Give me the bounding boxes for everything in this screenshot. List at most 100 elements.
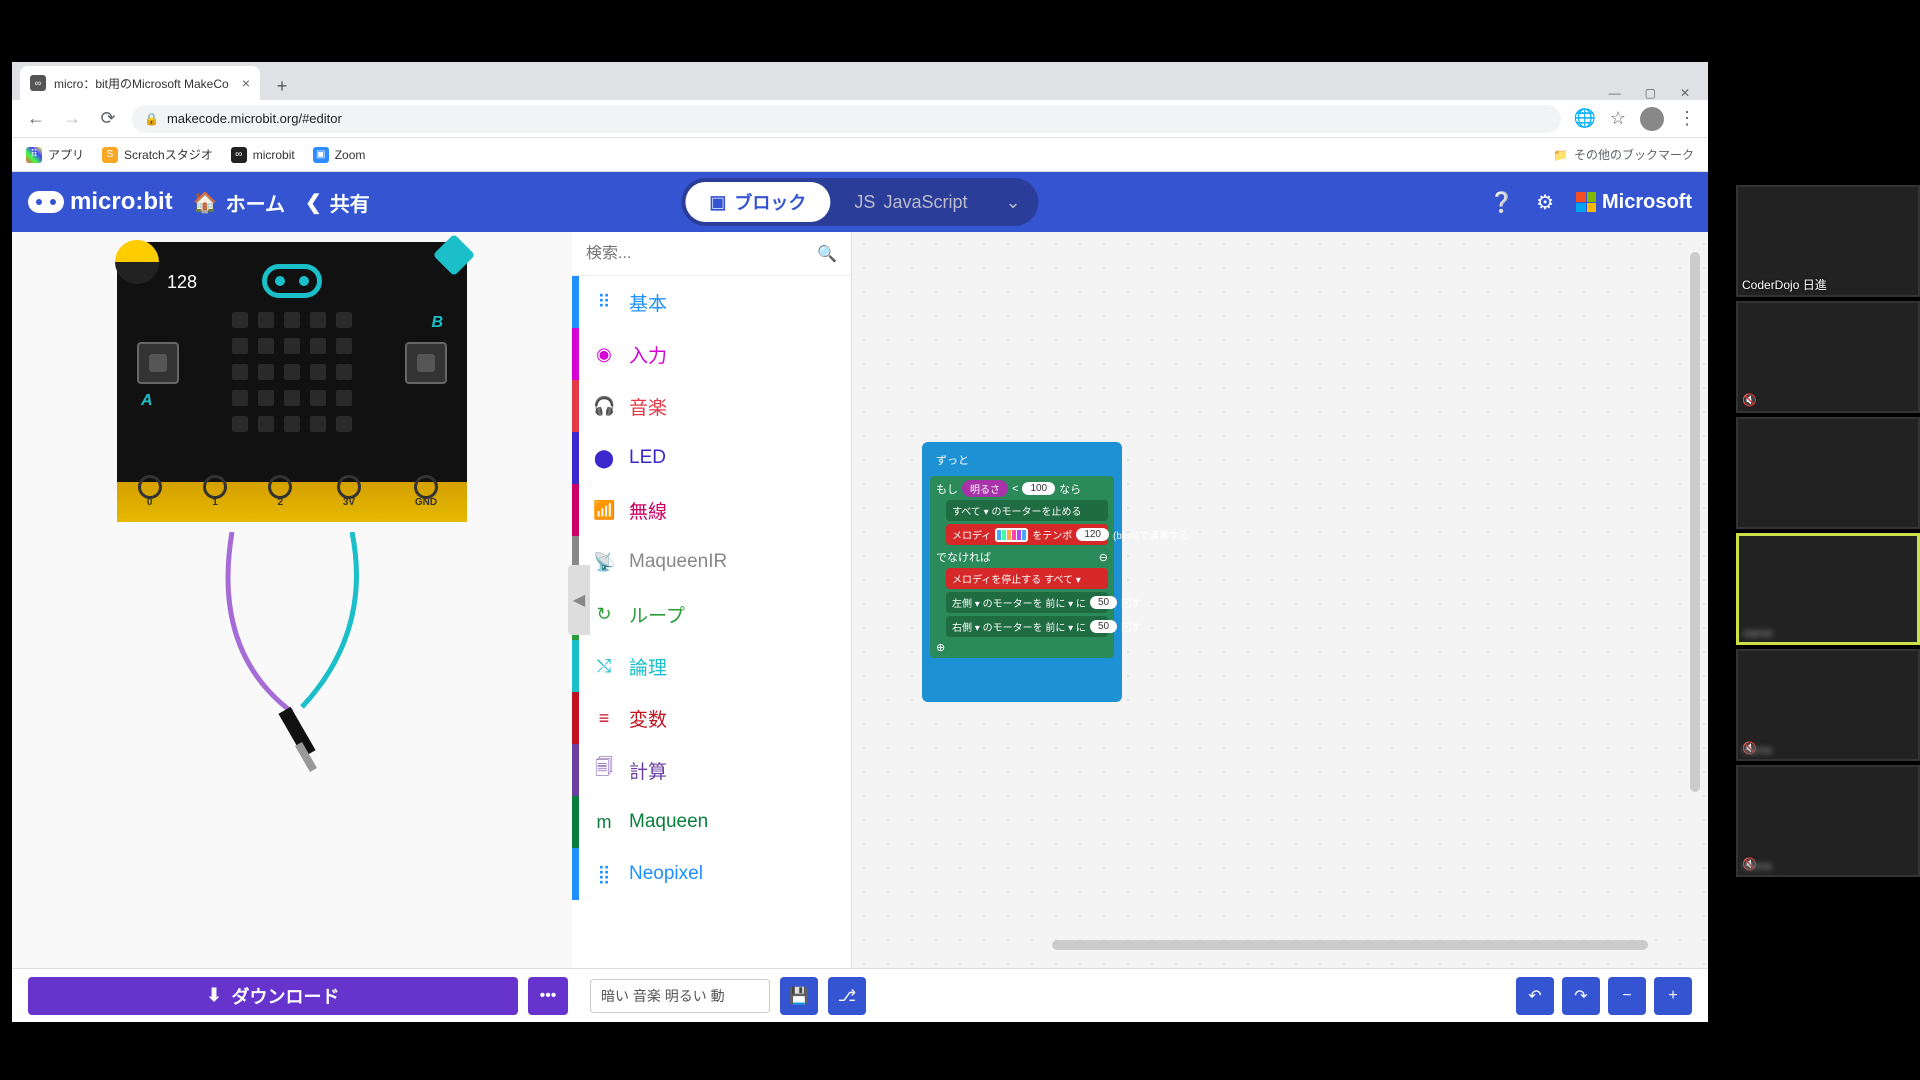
download-more-button[interactable]: ••• [528, 977, 568, 1015]
bookmark-zoom[interactable]: ▣Zoom [313, 147, 366, 163]
zoom-participants-panel: CoderDojo 日進 🔇 name 🔇name 🔇name [1736, 185, 1920, 877]
category-MaqueenIR[interactable]: 📡MaqueenIR [572, 536, 851, 588]
workspace-hscroll[interactable] [1052, 940, 1648, 950]
zoom-tile-2[interactable]: 🔇 [1736, 301, 1920, 413]
threshold-value[interactable]: 100 [1022, 482, 1055, 495]
microsoft-logo[interactable]: Microsoft [1576, 191, 1692, 214]
bookmark-microbit[interactable]: ∞microbit [231, 147, 295, 163]
logo-icon [28, 191, 64, 213]
collapse-simulator-button[interactable]: ◀ [568, 565, 590, 635]
menu-icon[interactable]: ⋮ [1678, 108, 1696, 129]
apps-button[interactable]: ⠿アプリ [26, 146, 84, 163]
category-変数[interactable]: ≡変数 [572, 692, 851, 744]
light-sensor-block[interactable]: 明るさ [962, 480, 1008, 497]
microbit-logo[interactable]: micro:bit [28, 188, 173, 216]
blocks-workspace[interactable]: ずっと もし 明るさ < 100 なら すべて ▾ のモーターを止める [852, 232, 1708, 968]
motor-stop-block[interactable]: すべて ▾ のモーターを止める [946, 500, 1108, 521]
editor-app: micro:bit 🏠 ホーム ❮ 共有 ▣ ブロック JS JavaScrip… [12, 172, 1708, 1022]
forever-block[interactable]: ずっと もし 明るさ < 100 なら すべて ▾ のモーターを止める [922, 442, 1122, 702]
workspace-vscroll[interactable] [1690, 252, 1700, 792]
tempo-value[interactable]: 120 [1076, 528, 1109, 541]
language-dropdown[interactable]: ⌄ [991, 182, 1034, 222]
category-基本[interactable]: ⠿基本 [572, 276, 851, 328]
forward-button[interactable]: → [60, 107, 84, 131]
close-window-button[interactable]: ✕ [1680, 86, 1690, 100]
category-label: ループ [629, 601, 685, 628]
help-icon[interactable]: ❔ [1489, 190, 1514, 215]
toolbox: 🔍 ⠿基本 ◉ 入力 🎧音楽⬤LED📶無線📡MaqueenIR↻ループ⤭論理≡変数🗐計… [572, 232, 852, 968]
home-button[interactable]: 🏠 ホーム [193, 188, 285, 217]
zoom-out-button[interactable]: − [1608, 977, 1646, 1015]
stop-melody-block[interactable]: メロディを停止する すべて ▾ [946, 568, 1108, 589]
headphone-cable [192, 532, 392, 792]
category-icon: ◉ [593, 344, 615, 365]
category-計算[interactable]: 🗐計算 [572, 744, 851, 796]
motor-left-block[interactable]: 左側 ▾ のモーターを 前に ▾ に 50 回す [946, 592, 1108, 613]
other-bookmarks[interactable]: 📁 その他のブックマーク [1553, 146, 1694, 163]
new-tab-button[interactable]: + [268, 72, 296, 100]
zoom-tile-3[interactable] [1736, 417, 1920, 529]
code-blocks[interactable]: ずっと もし 明るさ < 100 なら すべて ▾ のモーターを止める [922, 442, 1122, 702]
url-field[interactable]: 🔒 makecode.microbit.org/#editor [132, 105, 1561, 133]
bookmark-scratch[interactable]: SScratchスタジオ [102, 146, 213, 163]
board-face-icon [262, 264, 322, 298]
zoom-tile-self[interactable]: name [1736, 533, 1920, 645]
speed-left[interactable]: 50 [1090, 596, 1117, 609]
simulator-panel: 128 A B 0 1 2 [12, 232, 572, 968]
redo-button[interactable]: ↷ [1562, 977, 1600, 1015]
if-block[interactable]: もし 明るさ < 100 なら すべて ▾ のモーターを止める メロディ [930, 476, 1114, 658]
category-Maqueen[interactable]: mMaqueen [572, 796, 851, 848]
motor-right-block[interactable]: 右側 ▾ のモーターを 前に ▾ に 50 回す [946, 616, 1108, 637]
microbit-board[interactable]: 128 A B 0 1 2 [117, 242, 467, 522]
button-a[interactable] [137, 342, 179, 384]
save-button[interactable]: 💾 [780, 977, 818, 1015]
collapse-else-icon[interactable]: ⊖ [1099, 551, 1108, 564]
url-text: makecode.microbit.org/#editor [167, 111, 342, 126]
search-input[interactable] [586, 245, 817, 263]
category-Neopixel[interactable]: ⣿Neopixel [572, 848, 851, 900]
editor-body: 128 A B 0 1 2 [12, 232, 1708, 968]
github-button[interactable]: ⎇ [828, 977, 866, 1015]
javascript-tab[interactable]: JS JavaScript [830, 182, 991, 222]
melody-icon [995, 528, 1028, 542]
zoom-tile-6[interactable]: 🔇name [1736, 765, 1920, 877]
browser-tab[interactable]: ∞ micro：bit用のMicrosoft MakeCo × [20, 66, 260, 100]
play-melody-block[interactable]: メロディ をテンポ 120 (bpm)で演奏する [946, 524, 1108, 545]
close-icon[interactable]: × [242, 75, 250, 91]
category-LED[interactable]: ⬤LED [572, 432, 851, 484]
zoom-in-button[interactable]: + [1654, 977, 1692, 1015]
window-controls: — ▢ ✕ [1609, 86, 1708, 100]
back-button[interactable]: ← [24, 107, 48, 131]
blocks-tab[interactable]: ▣ ブロック [685, 182, 830, 222]
category-音楽[interactable]: 🎧音楽 [572, 380, 851, 432]
zoom-tile-5[interactable]: 🔇name [1736, 649, 1920, 761]
profile-avatar[interactable] [1640, 107, 1664, 131]
project-name-field[interactable]: 暗い 音楽 明るい 動 [590, 979, 770, 1013]
download-button[interactable]: ⬇ ダウンロード [28, 977, 518, 1015]
browser-window: ∞ micro：bit用のMicrosoft MakeCo × + — ▢ ✕ … [12, 62, 1708, 1022]
category-label: 入力 [629, 341, 667, 368]
reload-button[interactable]: ⟳ [96, 107, 120, 131]
maximize-button[interactable]: ▢ [1645, 86, 1656, 100]
zoom-tile-1[interactable]: CoderDojo 日進 [1736, 185, 1920, 297]
category-入力[interactable]: ◉ 入力 [572, 328, 851, 380]
undo-button[interactable]: ↶ [1516, 977, 1554, 1015]
share-button[interactable]: ❮ 共有 [305, 188, 370, 217]
category-無線[interactable]: 📶無線 [572, 484, 851, 536]
category-論理[interactable]: ⤭論理 [572, 640, 851, 692]
tab-title: micro：bit用のMicrosoft MakeCo [54, 75, 229, 92]
settings-icon[interactable]: ⚙ [1536, 190, 1554, 215]
category-icon: 🗐 [593, 755, 615, 785]
label-a: A [141, 392, 153, 410]
translate-icon[interactable]: 🌐 [1573, 108, 1595, 129]
button-b[interactable] [405, 342, 447, 384]
category-label: Maqueen [629, 811, 708, 833]
add-else-icon[interactable]: ⊕ [936, 641, 1108, 654]
search-box[interactable]: 🔍 [572, 232, 851, 276]
star-icon[interactable]: ☆ [1610, 108, 1626, 129]
category-ループ[interactable]: ↻ループ [572, 588, 851, 640]
speed-right[interactable]: 50 [1090, 620, 1117, 633]
antenna-icon [433, 234, 475, 276]
minimize-button[interactable]: — [1609, 86, 1621, 100]
editor-footer: ⬇ ダウンロード ••• 暗い 音楽 明るい 動 💾 ⎇ ↶ ↷ − + [12, 968, 1708, 1022]
